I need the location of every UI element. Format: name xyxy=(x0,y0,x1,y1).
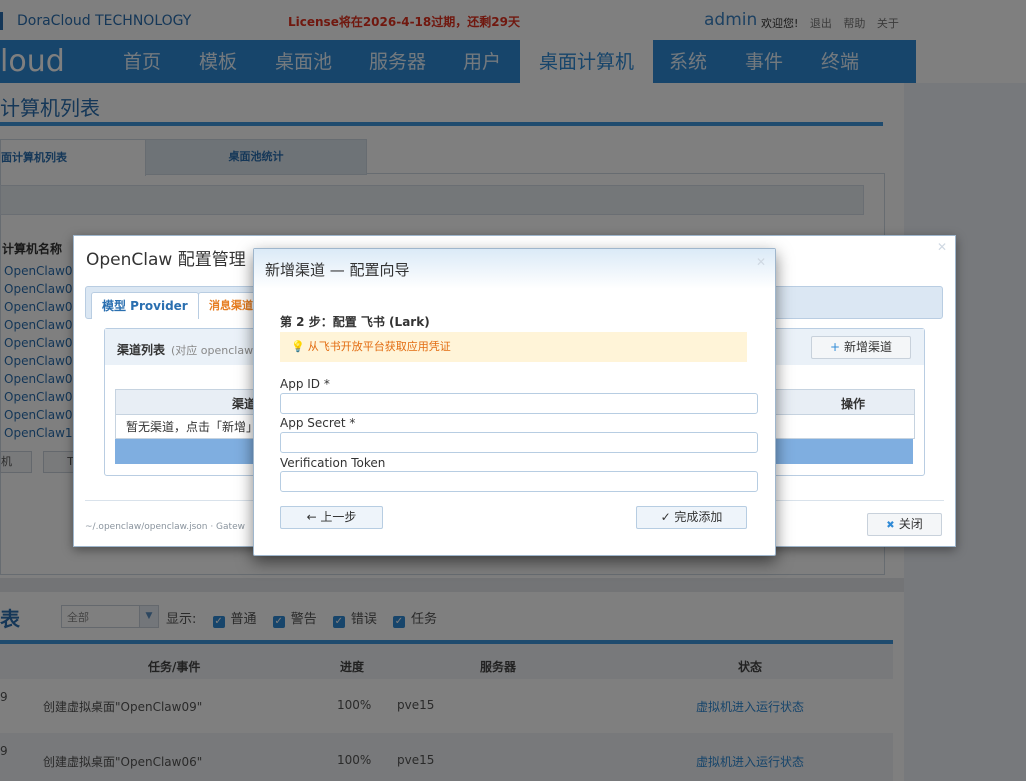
hint-text: 从飞书开放平台获取应用凭证 xyxy=(307,340,451,353)
close-label: 关闭 xyxy=(898,517,923,531)
tab-model-provider[interactable]: 模型 Provider xyxy=(91,292,199,319)
close-icon[interactable]: ✕ xyxy=(937,240,947,254)
verification-token-input[interactable] xyxy=(280,471,758,492)
dialog-title-text: OpenClaw 配置管理 xyxy=(86,250,246,270)
empty-row-text: 暂无渠道，点击「新增」 xyxy=(126,420,259,434)
plus-icon: + xyxy=(829,340,841,354)
lightbulb-icon: 💡 xyxy=(291,340,305,353)
previous-step-button[interactable]: ← 上一步 xyxy=(280,506,383,529)
add-channel-label: 新增渠道 xyxy=(844,340,893,354)
app-id-label: App ID * xyxy=(280,377,330,391)
config-path: ~/.openclaw/openclaw.json · Gatew xyxy=(85,522,245,532)
panel-subtitle: (对应 openclaw xyxy=(171,344,254,357)
step-label: 第 2 步：配置 飞书 (Lark) xyxy=(280,315,430,329)
add-channel-wizard: 新增渠道 — 配置向导 ✕ 第 2 步：配置 飞书 (Lark) 💡 从飞书开放平… xyxy=(253,248,776,556)
app-secret-label: App Secret * xyxy=(280,416,356,430)
close-icon[interactable]: ✕ xyxy=(756,255,766,269)
th-operations: 操作 xyxy=(841,397,866,411)
close-button[interactable]: ✖ 关闭 xyxy=(867,513,942,536)
app-secret-input[interactable] xyxy=(280,432,758,453)
dialog-title: OpenClaw 配置管理 🦞 xyxy=(86,245,272,270)
wizard-title: 新增渠道 — 配置向导 xyxy=(265,261,410,279)
panel-title: 渠道列表 (对应 openclaw xyxy=(117,341,253,358)
app-id-input[interactable] xyxy=(280,393,758,414)
token-label: Verification Token xyxy=(280,456,386,470)
finish-button[interactable]: ✓ 完成添加 xyxy=(636,506,747,529)
panel-title-text: 渠道列表 xyxy=(117,343,166,357)
hint-box: 💡 从飞书开放平台获取应用凭证 xyxy=(280,332,747,362)
close-icon: ✖ xyxy=(886,520,895,531)
add-channel-button[interactable]: + 新增渠道 xyxy=(811,336,911,359)
